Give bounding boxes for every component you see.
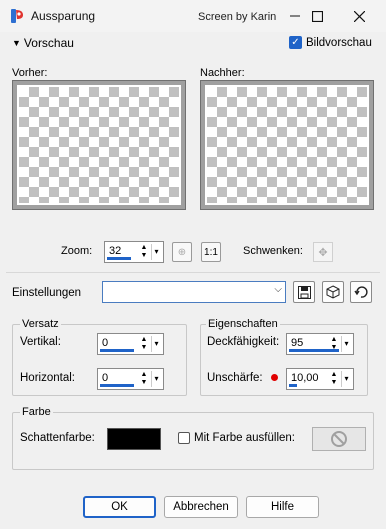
ok-button[interactable]: OK: [83, 496, 156, 518]
pan-label: Schwenken:: [243, 245, 303, 257]
fill-color-swatch[interactable]: [312, 427, 366, 451]
divider: [6, 272, 380, 273]
after-preview[interactable]: [200, 80, 374, 210]
spin-arrows-icon[interactable]: ▲ ▼: [139, 336, 149, 352]
preset-combo[interactable]: ⌵: [102, 281, 286, 303]
random-cube-icon[interactable]: [322, 281, 344, 303]
keyframe-dot-icon[interactable]: [271, 374, 278, 381]
horizontal-label: Horizontal:: [20, 372, 75, 384]
after-label: Nachher:: [200, 67, 245, 79]
chevron-down-icon[interactable]: ▾: [341, 336, 351, 352]
vertical-level-bar: [100, 349, 134, 352]
window-subtitle: Screen by Karin: [198, 11, 277, 23]
opacity-label: Deckfähigkeit:: [207, 336, 280, 348]
vertical-label: Vertikal:: [20, 336, 61, 348]
chevron-down-icon[interactable]: ▾: [341, 371, 351, 387]
before-preview[interactable]: [12, 80, 186, 210]
spin-arrows-icon[interactable]: ▲ ▼: [139, 371, 149, 387]
vertical-stepper[interactable]: 0 ▲ ▼ ▾: [97, 333, 164, 355]
horizontal-value: 0: [102, 372, 109, 384]
close-icon[interactable]: [342, 4, 376, 28]
settings-label: Einstellungen: [12, 287, 82, 299]
pan-icon[interactable]: ✥: [313, 242, 333, 262]
horizontal-stepper[interactable]: 0 ▲ ▼ ▾: [97, 368, 164, 390]
eigenschaften-title: Eigenschaften: [206, 318, 280, 330]
reset-icon[interactable]: [350, 281, 372, 303]
collapse-triangle-icon: ▼: [12, 38, 21, 48]
before-preview-canvas: [17, 85, 181, 205]
spin-arrows-icon[interactable]: ▲ ▼: [139, 244, 149, 260]
blur-stepper[interactable]: 10,00 ▲ ▼ ▾: [286, 368, 354, 390]
window-title: Aussparung: [31, 9, 96, 23]
shadow-color-swatch[interactable]: [107, 428, 161, 450]
zoom-level-bar: [107, 257, 131, 260]
opacity-stepper[interactable]: 95 ▲ ▼ ▾: [286, 333, 354, 355]
after-preview-canvas: [205, 85, 369, 205]
preview-label: Vorschau: [23, 36, 74, 50]
cancel-button[interactable]: Abbrechen: [164, 496, 238, 518]
fill-color-checkbox[interactable]: [178, 432, 190, 444]
disabled-icon: [331, 431, 347, 447]
chevron-down-icon[interactable]: ▾: [151, 244, 161, 260]
shadow-color-label: Schattenfarbe:: [20, 432, 95, 444]
fill-color-label: Mit Farbe ausfüllen:: [194, 432, 295, 444]
chevron-down-icon[interactable]: ⌵: [274, 284, 282, 295]
save-preset-icon[interactable]: [293, 281, 315, 303]
app-icon: [9, 8, 25, 24]
before-label: Vorher:: [12, 67, 48, 79]
bildvorschau-checkbox[interactable]: ✓ Bildvorschau: [289, 36, 372, 49]
zoom-value: 32: [109, 245, 122, 257]
zoom-label: Zoom:: [61, 245, 93, 257]
horizontal-level-bar: [100, 384, 134, 387]
zoom-stepper[interactable]: 32 ▲ ▼ ▾: [104, 241, 164, 263]
blur-value: 10,00: [291, 372, 319, 384]
maximize-icon[interactable]: [300, 4, 334, 28]
farbe-title: Farbe: [20, 406, 53, 418]
help-button[interactable]: Hilfe: [246, 496, 319, 518]
bildvorschau-label: Bildvorschau: [306, 36, 372, 49]
opacity-value: 95: [291, 337, 304, 349]
chevron-down-icon[interactable]: ▾: [151, 371, 161, 387]
title-bar: Aussparung Screen by Karin: [0, 0, 386, 32]
blur-label: Unschärfe:: [207, 372, 263, 384]
blur-level-bar: [289, 384, 297, 387]
versatz-title: Versatz: [20, 318, 61, 330]
vertical-value: 0: [102, 337, 109, 349]
preview-toggle[interactable]: ▼ Vorschau: [12, 36, 74, 50]
spin-arrows-icon[interactable]: ▲ ▼: [329, 371, 339, 387]
chevron-down-icon[interactable]: ▾: [151, 336, 161, 352]
actual-size-icon[interactable]: 1:1: [201, 242, 221, 262]
checkmark-icon: ✓: [289, 36, 302, 49]
zoom-fit-icon[interactable]: ⊕: [172, 242, 192, 262]
spin-arrows-icon[interactable]: ▲ ▼: [329, 336, 339, 352]
